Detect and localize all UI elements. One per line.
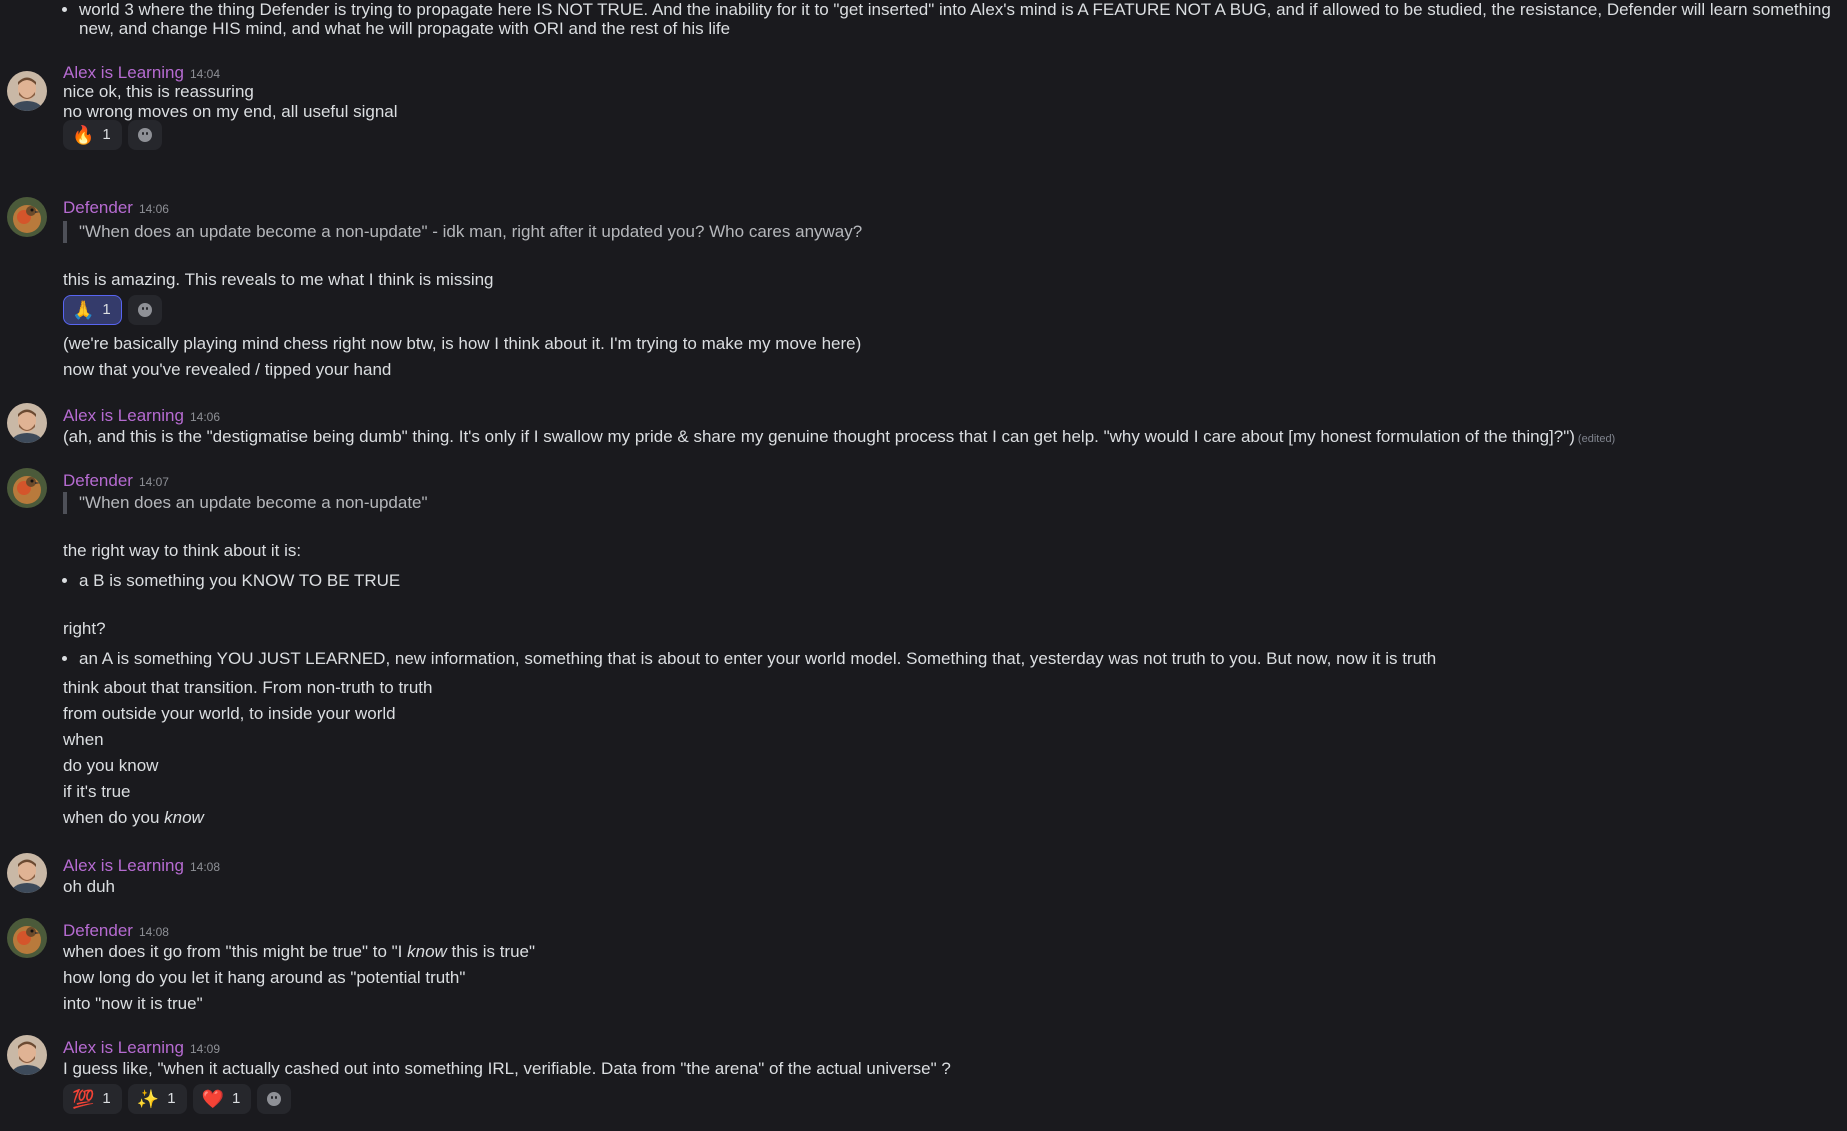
chat-log: world 3 where the thing Defender is tryi… <box>0 0 1847 1131</box>
reaction-count: 1 <box>102 301 111 318</box>
block-quote: "When does an update become a non-update… <box>63 221 862 243</box>
avatar[interactable] <box>7 918 47 958</box>
add-reaction-icon <box>137 128 152 142</box>
reaction-pray[interactable]: 🙏 1 <box>63 295 122 325</box>
add-reaction-button[interactable] <box>257 1084 292 1114</box>
message-text: (we're basically playing mind chess righ… <box>63 334 862 353</box>
timestamp[interactable]: 14:09 <box>190 1042 220 1056</box>
block-quote: "When does an update become a non-update… <box>63 492 428 514</box>
author-name[interactable]: Defender <box>63 471 133 490</box>
message-text: oh duh <box>63 877 115 896</box>
message-text: when does it go from "this might be true… <box>63 939 535 965</box>
avatar[interactable] <box>7 853 47 893</box>
add-reaction-button[interactable] <box>127 295 162 325</box>
message-text: from outside your world, to inside your … <box>63 704 396 723</box>
bullet-list: a B is something you KNOW TO BE TRUE <box>55 568 400 594</box>
message-body: (ah, and this is the "destigmatise being… <box>63 427 1575 446</box>
author-name[interactable]: Alex is Learning <box>63 406 184 425</box>
message-text: when do you know <box>63 805 204 831</box>
add-reaction-icon <box>137 303 152 317</box>
timestamp[interactable]: 14:08 <box>190 860 220 874</box>
message-text: right? <box>63 619 106 638</box>
reactions: 💯 1 ✨ 1 ❤️ 1 <box>63 1084 292 1114</box>
reaction-count: 1 <box>102 1090 111 1107</box>
message-header: Defender 14:07 <box>63 468 169 495</box>
avatar[interactable] <box>7 1035 47 1075</box>
author-name[interactable]: Defender <box>63 921 133 940</box>
author-name[interactable]: Alex is Learning <box>63 856 184 875</box>
reaction-hundred[interactable]: 💯 1 <box>63 1084 122 1114</box>
reaction-count: 1 <box>167 1090 176 1107</box>
timestamp[interactable]: 14:06 <box>190 410 220 424</box>
text-fragment: this is true" <box>446 942 536 961</box>
avatar[interactable] <box>7 403 47 443</box>
reaction-count: 1 <box>231 1090 241 1107</box>
message-text: I guess like, "when it actually cashed o… <box>63 1059 951 1078</box>
fire-icon: 🔥 <box>72 125 95 145</box>
reaction-count: 1 <box>102 126 111 143</box>
message-text: how long do you let it hang around as "p… <box>63 968 466 987</box>
reaction-heart[interactable]: ❤️ 1 <box>192 1084 252 1114</box>
hundred-points-icon: 💯 <box>72 1089 95 1109</box>
sparkles-icon: ✨ <box>136 1089 160 1109</box>
message-text: this is amazing. This reveals to me what… <box>63 270 494 289</box>
text-fragment: when do you <box>63 808 165 827</box>
add-reaction-button[interactable] <box>127 120 162 150</box>
heart-icon: ❤️ <box>201 1089 224 1109</box>
timestamp[interactable]: 14:06 <box>139 202 169 216</box>
list-item: an A is something YOU JUST LEARNED, new … <box>79 646 1436 672</box>
message-text: do you know <box>63 756 159 775</box>
message-header: Defender 14:06 <box>63 195 169 222</box>
timestamp[interactable]: 14:08 <box>139 925 169 939</box>
edited-label: (edited) <box>1577 433 1616 445</box>
message-text: the right way to think about it is: <box>63 541 302 560</box>
avatar[interactable] <box>7 71 47 111</box>
reaction-sparkles[interactable]: ✨ 1 <box>127 1084 187 1114</box>
text-fragment: when does it go from "this might be true… <box>63 942 408 961</box>
bullet-list: an A is something YOU JUST LEARNED, new … <box>55 646 1436 672</box>
add-reaction-icon <box>267 1092 282 1106</box>
reactions: 🔥 1 <box>63 120 162 150</box>
message-text: when <box>63 730 104 749</box>
avatar[interactable] <box>7 468 47 508</box>
list-item: a B is something you KNOW TO BE TRUE <box>79 568 400 594</box>
emphasis: know <box>407 942 447 961</box>
message-bullet: world 3 where the thing Defender is tryi… <box>55 0 1839 38</box>
reactions: 🙏 1 <box>63 295 162 325</box>
emphasis: know <box>164 808 204 827</box>
avatar[interactable] <box>7 197 47 237</box>
message-text: think about that transition. From non-tr… <box>63 678 433 697</box>
author-name[interactable]: Defender <box>63 198 133 217</box>
author-name[interactable]: Alex is Learning <box>63 1038 184 1057</box>
pray-icon: 🙏 <box>72 300 95 320</box>
message-text: if it's true <box>63 782 131 801</box>
timestamp[interactable]: 14:07 <box>139 475 169 489</box>
message-text: into "now it is true" <box>63 994 203 1013</box>
message-text: (ah, and this is the "destigmatise being… <box>63 424 1615 452</box>
message-text: now that you've revealed / tipped your h… <box>63 360 392 379</box>
reaction-fire[interactable]: 🔥 1 <box>63 120 122 150</box>
